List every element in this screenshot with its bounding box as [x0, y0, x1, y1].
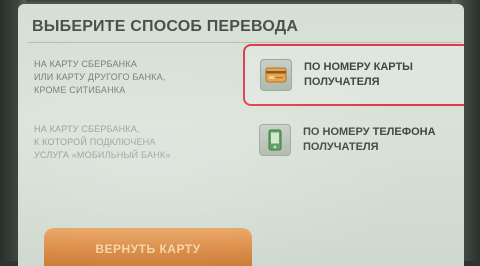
- option-label: ПО НОМЕРУ ТЕЛЕФОНА ПОЛУЧАТЕЛЯ: [303, 125, 436, 155]
- option-label-line: ПОЛУЧАТЕЛЯ: [303, 141, 379, 153]
- mobile-phone-icon: [259, 124, 291, 156]
- option-label: ПО НОМЕРУ КАРТЫ ПОЛУЧАТЕЛЯ: [304, 60, 413, 90]
- return-card-label: ВЕРНУТЬ КАРТУ: [95, 242, 201, 256]
- option-label-line: ПОЛУЧАТЕЛЯ: [304, 76, 380, 88]
- page-title: ВЫБЕРИТЕ СПОСОБ ПЕРЕВОДА: [32, 18, 299, 35]
- description-line: КРОМЕ СИТИБАНКА: [34, 85, 126, 95]
- description-line: НА КАРТУ СБЕРБАНКА: [34, 59, 138, 69]
- atm-screen: ВЫБЕРИТЕ СПОСОБ ПЕРЕВОДА НА КАРТУ СБЕРБА…: [18, 4, 464, 266]
- card-transfer-description: НА КАРТУ СБЕРБАНКА ИЛИ КАРТУ ДРУГОГО БАН…: [34, 58, 234, 97]
- description-line: УСЛУГА «МОБИЛЬНЫЙ БАНК»: [34, 150, 171, 160]
- description-line: НА КАРТУ СБЕРБАНКА,: [34, 124, 140, 134]
- option-label-line: ПО НОМЕРУ ТЕЛЕФОНА: [303, 126, 436, 138]
- phone-transfer-description: НА КАРТУ СБЕРБАНКА, К КОТОРОЙ ПОДКЛЮЧЕНА…: [34, 123, 234, 162]
- transfer-by-phone-number-button[interactable]: ПО НОМЕРУ ТЕЛЕФОНА ПОЛУЧАТЕЛЯ: [253, 120, 453, 160]
- description-line: К КОТОРОЙ ПОДКЛЮЧЕНА: [34, 137, 156, 147]
- bank-card-icon: [260, 59, 292, 91]
- option-label-line: ПО НОМЕРУ КАРТЫ: [304, 61, 413, 73]
- description-line: ИЛИ КАРТУ ДРУГОГО БАНКА,: [34, 72, 166, 82]
- transfer-by-card-number-button[interactable]: ПО НОМЕРУ КАРТЫ ПОЛУЧАТЕЛЯ: [243, 44, 464, 106]
- title-divider: [28, 42, 462, 43]
- return-card-button[interactable]: ВЕРНУТЬ КАРТУ: [44, 228, 252, 266]
